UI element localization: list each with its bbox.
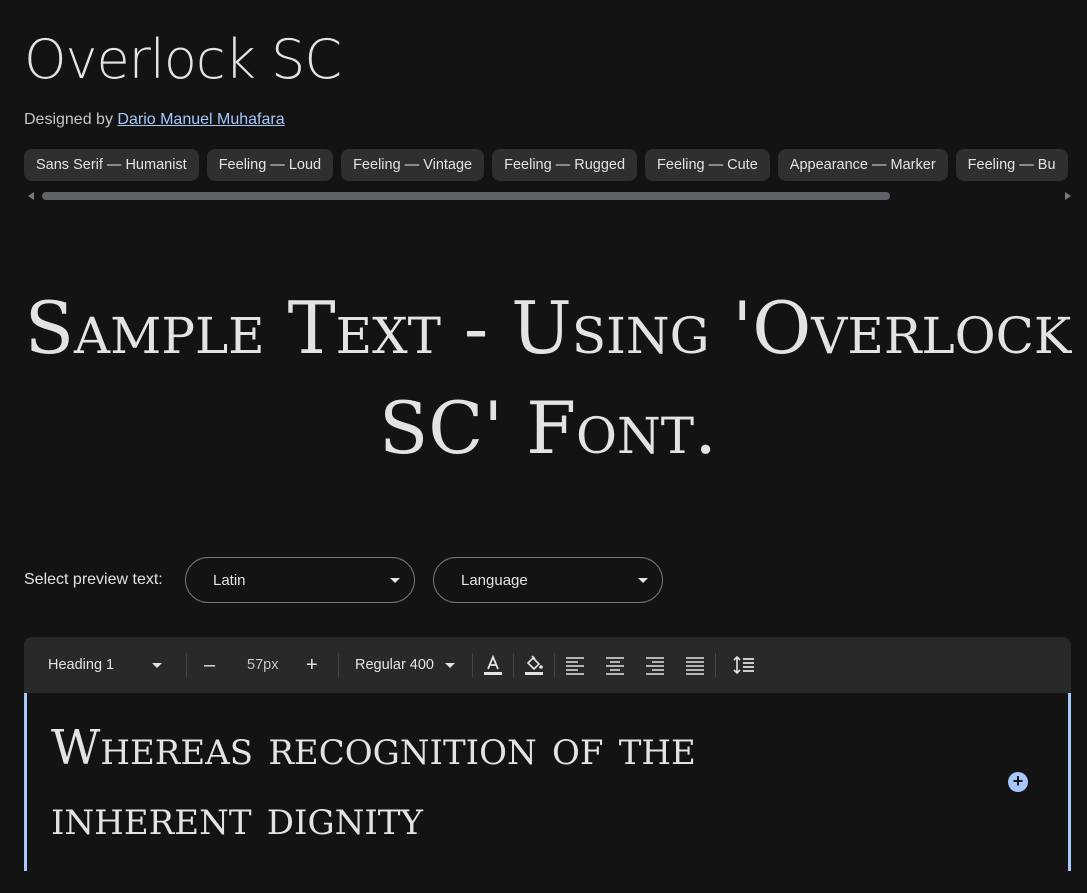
line-height-icon[interactable]	[732, 653, 756, 677]
align-left-icon[interactable]	[563, 653, 587, 677]
tag-chip[interactable]: Appearance — Marker	[777, 149, 948, 181]
script-select[interactable]: Latin	[185, 557, 415, 603]
add-circle-icon[interactable]: +	[1008, 772, 1028, 792]
tag-chip[interactable]: Feeling — Loud	[206, 149, 334, 181]
designed-by-label: Designed by	[24, 111, 113, 128]
style-select-value: Heading 1	[48, 657, 115, 673]
weight-select-value: Regular 400	[355, 657, 434, 673]
tag-chip[interactable]: Feeling — Cute	[645, 149, 770, 181]
script-select-value: Latin	[213, 572, 246, 589]
toolbar-divider	[472, 653, 473, 677]
preview-editor[interactable]: Whereas recognition of the inherent dign…	[24, 693, 1071, 871]
language-select-value: Language	[461, 572, 528, 589]
tag-chip[interactable]: Feeling — Rugged	[492, 149, 638, 181]
weight-select[interactable]: Regular 400	[355, 637, 465, 693]
font-size-value[interactable]: 57px	[247, 637, 278, 693]
preview-text-label: Select preview text:	[24, 571, 163, 588]
toolbar-divider	[338, 653, 339, 677]
toolbar-divider	[554, 653, 555, 677]
chevron-down-icon	[638, 578, 648, 583]
tag-chip[interactable]: Sans Serif — Humanist	[24, 149, 199, 181]
preview-text-selector: Select preview text: Latin Language	[24, 557, 684, 605]
editor-preview-text[interactable]: Whereas recognition of the inherent dign…	[51, 713, 811, 853]
align-justify-icon[interactable]	[683, 653, 707, 677]
increase-size-button[interactable]: +	[306, 637, 318, 693]
designer-link[interactable]: Dario Manuel Muhafara	[117, 111, 284, 128]
decrease-size-button[interactable]: –	[204, 637, 215, 693]
scroll-right-arrow-icon[interactable]	[1065, 192, 1071, 200]
sample-text: Sample Text - Using 'Overlock SC' Font.	[24, 286, 1072, 470]
scroll-left-arrow-icon[interactable]	[28, 192, 34, 200]
toolbar-divider	[186, 653, 187, 677]
toolbar-divider	[513, 653, 514, 677]
align-right-icon[interactable]	[643, 653, 667, 677]
editor-toolbar: Heading 1 – 57px + Regular 400	[24, 637, 1071, 693]
font-title: Overlock SC	[24, 28, 342, 91]
scroll-thumb[interactable]	[42, 192, 890, 200]
tag-scrollbar[interactable]	[24, 190, 1075, 202]
chevron-down-icon	[390, 578, 400, 583]
chevron-down-icon	[445, 663, 455, 668]
designer-line: Designed by Dario Manuel Muhafara	[24, 111, 285, 129]
tag-chip[interactable]: Feeling — Vintage	[341, 149, 485, 181]
text-color-icon[interactable]	[481, 653, 505, 677]
style-select[interactable]: Heading 1	[48, 637, 168, 693]
chevron-down-icon	[152, 663, 162, 668]
tag-chip[interactable]: Feeling — Bu	[955, 149, 1068, 181]
language-select[interactable]: Language	[433, 557, 663, 603]
tag-chip-list: Sans Serif — Humanist Feeling — Loud Fee…	[24, 149, 1087, 181]
toolbar-divider	[715, 653, 716, 677]
highlight-fill-icon[interactable]	[522, 653, 546, 677]
align-center-icon[interactable]	[603, 653, 627, 677]
